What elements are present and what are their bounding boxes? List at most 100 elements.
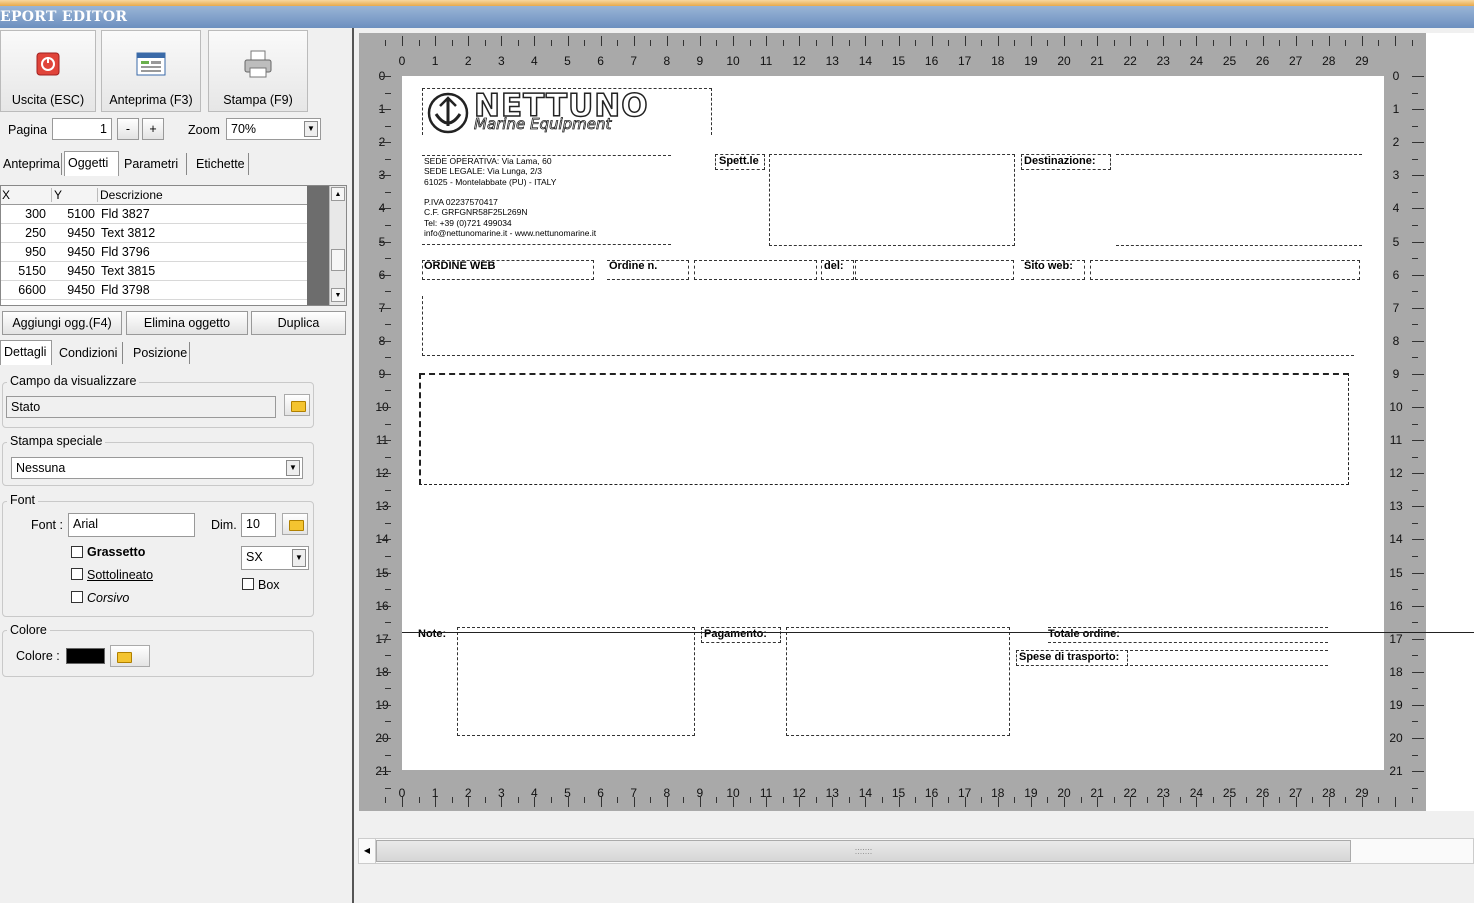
field-input[interactable]: Stato: [6, 396, 276, 418]
ruler-tick: [385, 324, 391, 326]
ruler-tick: [1412, 191, 1418, 193]
scroll-thumb[interactable]: [331, 249, 345, 271]
ruler-tick: [1229, 797, 1231, 807]
ruler-tick: [385, 489, 391, 491]
print-button[interactable]: Stampa (F9): [208, 30, 308, 112]
field-browse-folder-icon[interactable]: [284, 394, 310, 416]
header-notes-field[interactable]: [422, 296, 1354, 356]
note-field[interactable]: [457, 627, 695, 736]
payment-field[interactable]: [786, 627, 1010, 736]
report-page[interactable]: NETTUNO Marine Equipment SEDE OPERATIVA:…: [402, 76, 1384, 770]
total-field[interactable]: [1048, 627, 1328, 643]
box-checkbox[interactable]: [242, 578, 254, 590]
ruler-tick: [501, 36, 503, 46]
ruler-tick: [931, 797, 933, 807]
font-browse-folder-icon[interactable]: [282, 513, 308, 535]
delete-object-button[interactable]: Elimina oggetto: [126, 311, 248, 335]
cell-x: 300: [25, 207, 46, 221]
ruler-tick: [484, 797, 486, 803]
ruler-tick: [1212, 797, 1214, 803]
chevron-down-icon[interactable]: ▼: [292, 549, 306, 567]
align-select[interactable]: SX ▼: [241, 546, 309, 570]
color-browse-folder-icon[interactable]: [110, 645, 150, 667]
chevron-down-icon[interactable]: ▼: [286, 460, 300, 476]
canvas-right-blank: [1426, 33, 1474, 811]
horizontal-scroll-thumb[interactable]: :::::::: [376, 840, 1351, 862]
page-plus-button[interactable]: +: [142, 118, 164, 140]
dim-input[interactable]: 10: [241, 513, 276, 537]
ruler-h-number: 22: [1123, 54, 1137, 68]
ruler-tick: [1412, 175, 1424, 177]
ruler-v-number: 5: [1392, 234, 1400, 249]
add-object-button[interactable]: Aggiungi ogg.(F4): [2, 311, 122, 335]
ruler-tick: [567, 36, 569, 46]
ruler-tick: [1262, 797, 1264, 807]
table-row[interactable]: 950 9450 Fld 3796: [1, 243, 307, 262]
customer-address-field[interactable]: [769, 154, 1015, 246]
ruler-h-number: 24: [1189, 54, 1204, 68]
header-desc[interactable]: Descrizione: [97, 188, 163, 202]
tab-condizioni[interactable]: Condizioni: [56, 342, 123, 364]
duplicate-button[interactable]: Duplica: [251, 311, 346, 335]
page-minus-button[interactable]: -: [117, 118, 139, 140]
header-y[interactable]: Y: [51, 188, 62, 202]
ruler-tick: [418, 797, 420, 803]
ruler-tick: [1064, 36, 1065, 46]
bold-checkbox[interactable]: [71, 546, 83, 558]
tab-posizione[interactable]: Posizione: [130, 342, 190, 364]
ruler-h-number: 23: [1156, 54, 1170, 68]
preview-button[interactable]: Anteprima (F3): [101, 30, 201, 112]
table-row[interactable]: 5150 9450 Text 3815: [1, 262, 307, 281]
underline-checkbox[interactable]: [71, 568, 83, 580]
table-row[interactable]: 300 5100 Fld 3827: [1, 205, 307, 224]
destination-field[interactable]: [1116, 154, 1362, 246]
order-number-field[interactable]: [694, 260, 817, 280]
ruler-v-number: 2: [1392, 135, 1400, 150]
date-field[interactable]: [855, 260, 1014, 280]
table-row[interactable]: 6600 9450 Fld 3798: [1, 281, 307, 300]
ruler-tick: [379, 638, 391, 640]
ruler-h-number: 25: [1222, 54, 1237, 68]
tab-dettagli[interactable]: Dettagli: [0, 340, 52, 365]
address-line: 61025 - Montelabbate (PU) - ITALY: [424, 176, 557, 187]
tab-oggetti[interactable]: Oggetti: [64, 151, 119, 176]
tab-parametri[interactable]: Parametri: [121, 153, 187, 175]
ruler-tick: [1312, 797, 1314, 803]
ruler-tick: [1412, 423, 1418, 425]
ruler-tick: [1412, 638, 1424, 640]
header-x[interactable]: X: [2, 188, 10, 202]
special-print-select[interactable]: Nessuna ▼: [11, 457, 303, 479]
scroll-left-icon[interactable]: ◀: [359, 839, 376, 863]
horizontal-scrollbar[interactable]: ◀ :::::::: [358, 838, 1474, 864]
ruler-tick: [385, 721, 391, 723]
font-input[interactable]: Arial: [68, 513, 195, 537]
tab-anteprima[interactable]: Anteprima: [0, 153, 62, 175]
window-title: EPORT EDITOR: [0, 6, 1474, 28]
special-print-title: Stampa speciale: [7, 434, 106, 448]
scroll-up-icon[interactable]: ▲: [331, 187, 345, 201]
zoom-select[interactable]: 70% ▼: [226, 118, 321, 140]
ruler-tick: [451, 40, 453, 46]
ruler-tick: [915, 797, 917, 803]
address-block: SEDE OPERATIVA: Via Lama, 60 SEDE LEGALE:…: [424, 156, 596, 238]
exit-button[interactable]: Uscita (ESC): [0, 30, 96, 112]
website-field[interactable]: [1090, 260, 1360, 280]
table-scrollbar[interactable]: ▲ ▼: [329, 186, 346, 305]
ruler-h-number: 15: [891, 54, 906, 68]
cell-x: 250: [25, 226, 46, 240]
ruler-tick: [1212, 40, 1214, 46]
ruler-tick: [749, 797, 751, 803]
color-swatch[interactable]: [66, 648, 105, 664]
order-lines-field[interactable]: [419, 373, 1349, 485]
ruler-h-number: 21: [1090, 54, 1104, 68]
shipping-field[interactable]: [1130, 650, 1328, 666]
italic-checkbox[interactable]: [71, 591, 83, 603]
color-label: Colore :: [16, 649, 60, 663]
destination-label: Destinazione:: [1024, 155, 1096, 167]
table-row[interactable]: 250 9450 Text 3812: [1, 224, 307, 243]
ruler-tick: [379, 671, 391, 673]
scroll-down-icon[interactable]: ▼: [331, 288, 345, 302]
chevron-down-icon[interactable]: ▼: [304, 121, 318, 137]
page-input[interactable]: 1: [52, 118, 112, 140]
tab-etichette[interactable]: Etichette: [193, 153, 249, 175]
